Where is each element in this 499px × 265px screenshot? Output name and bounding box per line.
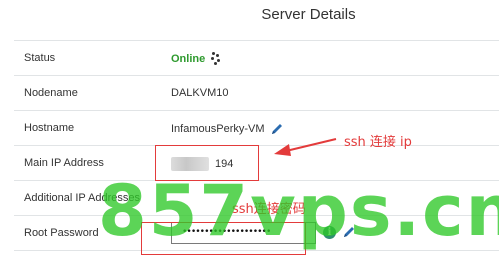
main-ip-label: Main IP Address xyxy=(24,157,104,169)
status-badge: Online xyxy=(171,53,206,65)
table-row-status: Status Online xyxy=(14,41,499,76)
table-row-nodename: Nodename DALKVM10 xyxy=(14,76,499,111)
server-details-page: Server Details Status Online Nodename DA… xyxy=(0,0,499,265)
status-value-container: Online xyxy=(171,52,221,66)
root-password-label: Root Password xyxy=(24,227,99,239)
nodename-value: DALKVM10 xyxy=(171,87,229,99)
table-row-hostname: Hostname InfamousPerky-VM xyxy=(14,111,499,146)
spinner-icon xyxy=(211,52,221,66)
hostname-value-container: InfamousPerky-VM xyxy=(171,122,284,136)
arrow-icon xyxy=(274,138,337,156)
hostname-label: Hostname xyxy=(24,122,75,134)
status-label: Status xyxy=(24,52,56,64)
hostname-value: InfamousPerky-VM xyxy=(171,123,265,135)
pencil-icon[interactable] xyxy=(270,122,284,136)
page-title: Server Details xyxy=(261,6,356,23)
watermark: 857vps.cn xyxy=(98,170,499,252)
nodename-label: Nodename xyxy=(24,87,78,99)
ssh-ip-annotation: ssh 连接 ip xyxy=(344,135,412,150)
